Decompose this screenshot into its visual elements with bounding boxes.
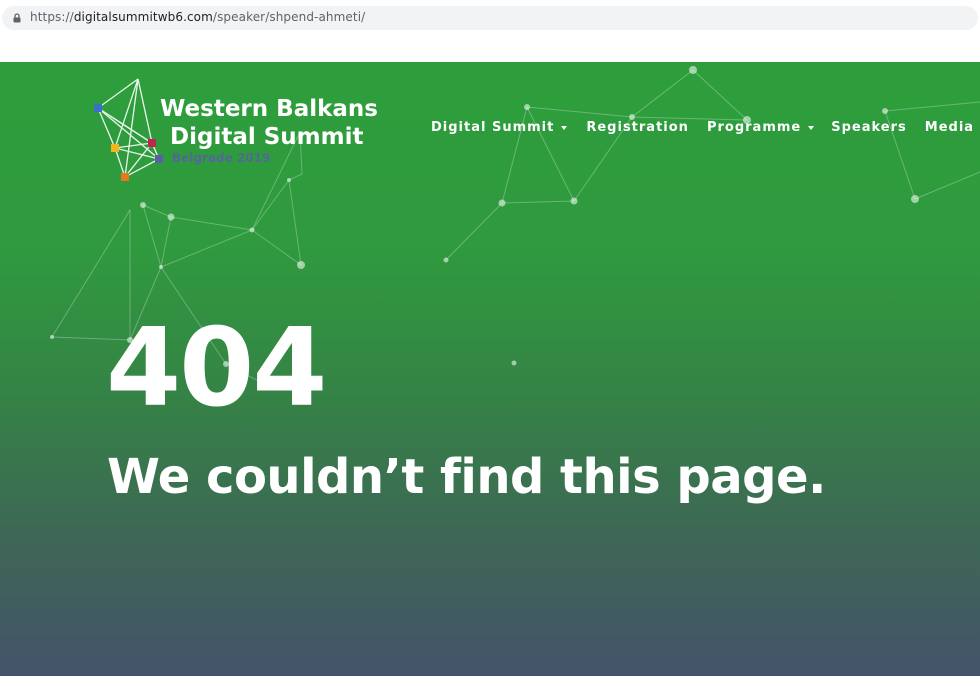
nav-media[interactable]: Media (925, 120, 980, 135)
address-field[interactable]: https://digitalsummitwb6.com/speaker/shp… (2, 6, 978, 30)
url-text[interactable]: https://digitalsummitwb6.com/speaker/shp… (30, 10, 365, 24)
nav-label: Speakers (831, 120, 907, 135)
nav-label: Media (924, 120, 975, 135)
site-logo[interactable]: Western Balkans Digital Summit Belgrade … (92, 76, 392, 186)
nav-label: Digital Summit (431, 120, 555, 135)
logo-subtitle: Belgrade 2019 (172, 151, 271, 165)
url-scheme: https:// (30, 10, 74, 24)
error-message: We couldn’t find this page. (107, 449, 826, 505)
browser-url-bar: https://digitalsummitwb6.com/speaker/shp… (0, 0, 980, 38)
nav-label: Registration (586, 120, 689, 135)
error-code: 404 (106, 306, 327, 431)
caret-down-icon (808, 125, 815, 130)
logo-title-line2: Digital Summit (170, 124, 364, 150)
caret-down-icon (561, 125, 568, 130)
logo-title-line1: Western Balkans (160, 96, 378, 122)
page-hero: Western Balkans Digital Summit Belgrade … (0, 62, 980, 676)
lock-icon (13, 13, 21, 23)
nav-digital-summit[interactable]: Digital Summit (431, 120, 568, 135)
url-host: digitalsummitwb6.com (73, 10, 213, 24)
nav-label: Programme (706, 120, 802, 135)
nav-programme[interactable]: Programme (706, 120, 815, 135)
nav-speakers[interactable]: Speakers (831, 120, 907, 135)
nav-registration[interactable]: Registration (586, 120, 689, 135)
url-path: /speaker/shpend-ahmeti/ (212, 10, 366, 24)
logo-title: Western Balkans Digital Summit (160, 95, 378, 151)
main-nav: Digital Summit Registration Programme Sp… (431, 120, 980, 135)
